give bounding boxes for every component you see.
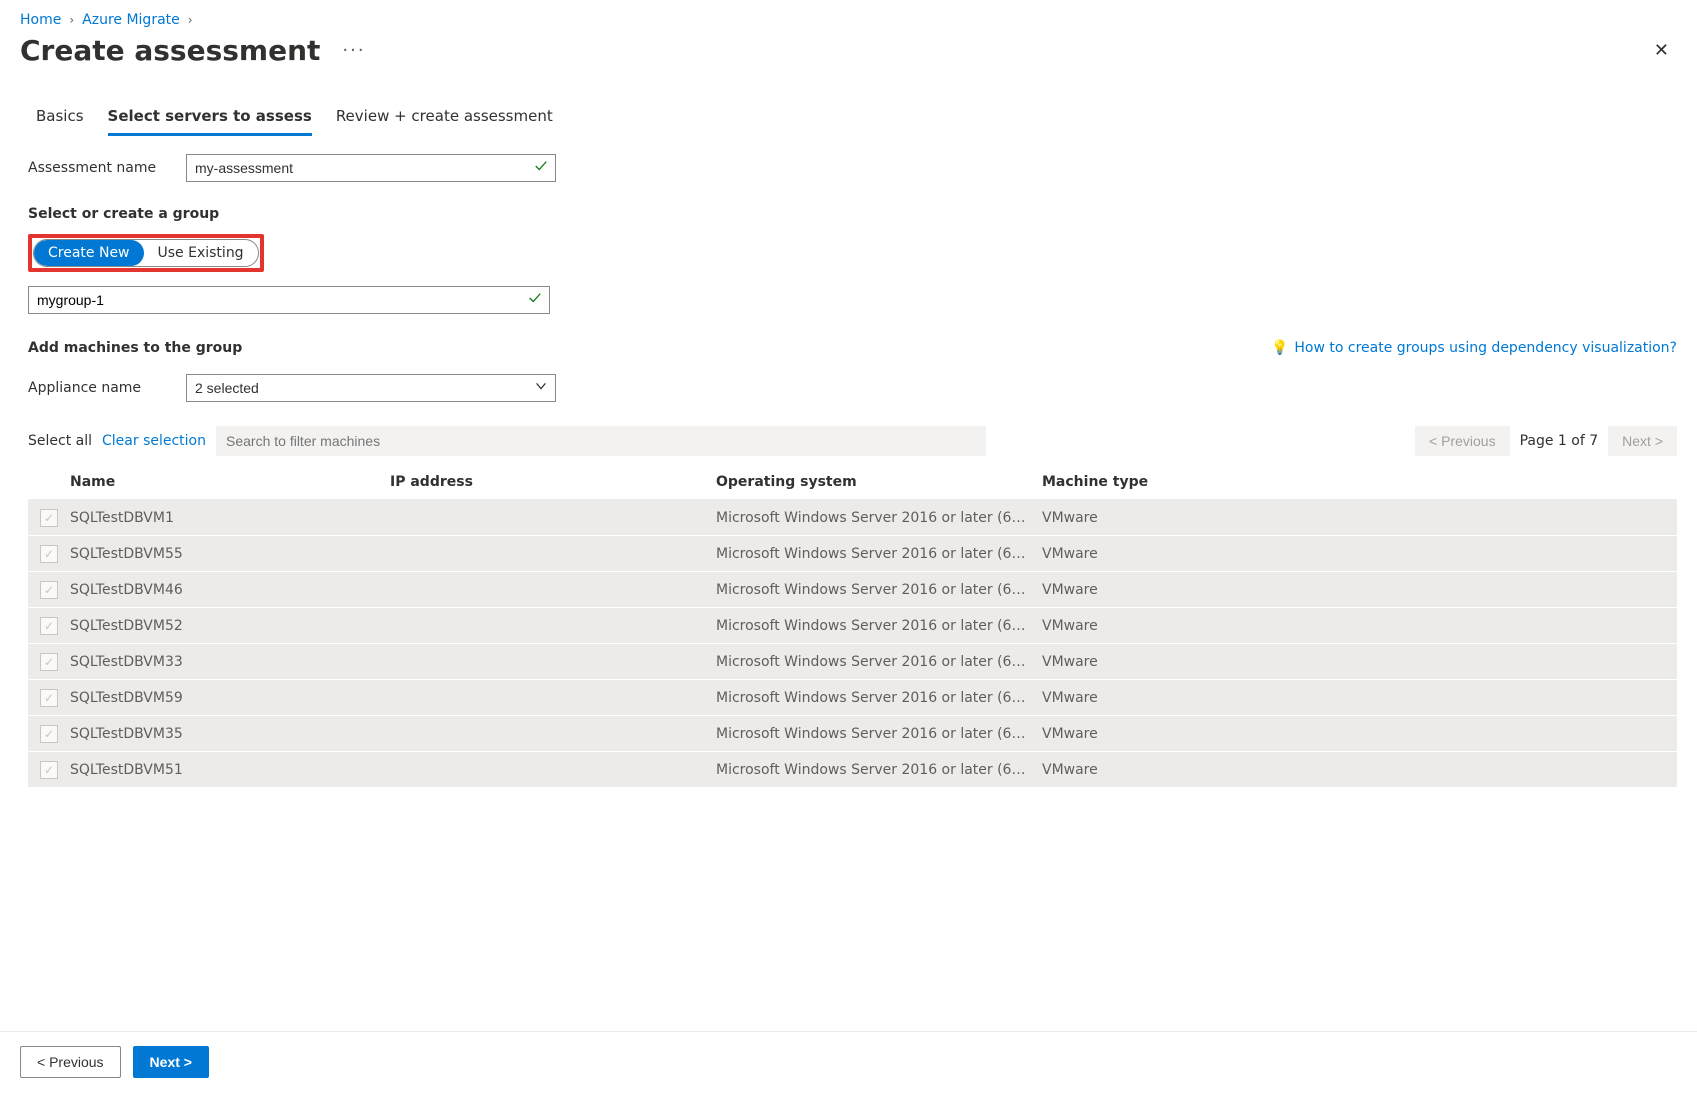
table-row[interactable]: ✓ SQLTestDBVM46 Microsoft Windows Server 2… — [28, 572, 1677, 608]
table-row[interactable]: ✓ SQLTestDBVM55 Microsoft Windows Server 2… — [28, 536, 1677, 572]
pager-prev-button[interactable]: < Previous — [1415, 426, 1510, 456]
table-row[interactable]: ✓ SQLTestDBVM52 Microsoft Windows Server 2… — [28, 608, 1677, 644]
footer-bar: < Previous Next > — [0, 1031, 1697, 1093]
cell-os: Microsoft Windows Server 2016 or later (… — [716, 618, 1042, 634]
cell-name: SQLTestDBVM51 — [70, 762, 390, 778]
check-icon — [534, 159, 548, 177]
row-checkbox[interactable]: ✓ — [40, 617, 58, 635]
col-ip[interactable]: IP address — [390, 474, 716, 490]
cell-type: VMware — [1042, 510, 1362, 526]
table-row[interactable]: ✓ SQLTestDBVM51 Microsoft Windows Server 2… — [28, 752, 1677, 788]
page-title: Create assessment — [20, 34, 320, 67]
select-all-link[interactable]: Select all — [28, 433, 92, 449]
group-mode-toggle: Create New Use Existing — [33, 239, 259, 267]
cell-type: VMware — [1042, 726, 1362, 742]
table-row[interactable]: ✓ SQLTestDBVM1 Microsoft Windows Server 20… — [28, 500, 1677, 536]
cell-name: SQLTestDBVM1 — [70, 510, 390, 526]
row-checkbox[interactable]: ✓ — [40, 581, 58, 599]
select-create-group-heading: Select or create a group — [28, 206, 1677, 222]
col-os[interactable]: Operating system — [716, 474, 1042, 490]
footer-next-button[interactable]: Next > — [133, 1046, 209, 1078]
cell-type: VMware — [1042, 546, 1362, 562]
breadcrumb-home[interactable]: Home — [20, 12, 61, 28]
cell-os: Microsoft Windows Server 2016 or later (… — [716, 762, 1042, 778]
col-name[interactable]: Name — [70, 474, 390, 490]
row-checkbox[interactable]: ✓ — [40, 545, 58, 563]
row-checkbox[interactable]: ✓ — [40, 761, 58, 779]
lightbulb-icon: 💡 — [1271, 340, 1288, 356]
assessment-name-input[interactable] — [186, 154, 556, 182]
cell-os: Microsoft Windows Server 2016 or later (… — [716, 510, 1042, 526]
tab-review-create[interactable]: Review + create assessment — [336, 107, 553, 136]
create-new-pill[interactable]: Create New — [34, 240, 144, 266]
cell-name: SQLTestDBVM59 — [70, 690, 390, 706]
tabs: Basics Select servers to assess Review +… — [28, 107, 1677, 136]
close-icon[interactable]: ✕ — [1646, 38, 1677, 64]
tab-select-servers[interactable]: Select servers to assess — [108, 107, 312, 136]
cell-name: SQLTestDBVM55 — [70, 546, 390, 562]
clear-selection-link[interactable]: Clear selection — [102, 433, 206, 449]
table-row[interactable]: ✓ SQLTestDBVM33 Microsoft Windows Server 2… — [28, 644, 1677, 680]
check-icon — [528, 291, 542, 309]
cell-os: Microsoft Windows Server 2016 or later (… — [716, 690, 1042, 706]
footer-prev-button[interactable]: < Previous — [20, 1046, 121, 1078]
search-machines-input[interactable] — [216, 426, 986, 456]
cell-os: Microsoft Windows Server 2016 or later (… — [716, 654, 1042, 670]
cell-type: VMware — [1042, 582, 1362, 598]
help-link-text: How to create groups using dependency vi… — [1294, 340, 1677, 356]
row-checkbox[interactable]: ✓ — [40, 653, 58, 671]
cell-name: SQLTestDBVM46 — [70, 582, 390, 598]
row-checkbox[interactable]: ✓ — [40, 725, 58, 743]
appliance-name-select[interactable] — [186, 374, 556, 402]
machines-table: Name IP address Operating system Machine… — [28, 464, 1677, 788]
table-row[interactable]: ✓ SQLTestDBVM59 Microsoft Windows Server 2… — [28, 680, 1677, 716]
col-type[interactable]: Machine type — [1042, 474, 1362, 490]
pager-text: Page 1 of 7 — [1520, 433, 1599, 449]
cell-name: SQLTestDBVM35 — [70, 726, 390, 742]
cell-os: Microsoft Windows Server 2016 or later (… — [716, 546, 1042, 562]
more-icon[interactable]: ··· — [336, 40, 371, 61]
tab-basics[interactable]: Basics — [36, 107, 84, 136]
chevron-down-icon — [534, 379, 548, 397]
row-checkbox[interactable]: ✓ — [40, 509, 58, 527]
assessment-name-label: Assessment name — [28, 160, 186, 176]
help-link-dependency-visualization[interactable]: 💡 How to create groups using dependency … — [1271, 340, 1677, 356]
highlight-annotation: Create New Use Existing — [28, 234, 264, 272]
chevron-right-icon: › — [188, 13, 193, 27]
cell-type: VMware — [1042, 618, 1362, 634]
cell-type: VMware — [1042, 654, 1362, 670]
appliance-name-label: Appliance name — [28, 380, 186, 396]
pager-next-button[interactable]: Next > — [1608, 426, 1677, 456]
breadcrumb: Home › Azure Migrate › — [20, 12, 1677, 28]
row-checkbox[interactable]: ✓ — [40, 689, 58, 707]
cell-name: SQLTestDBVM33 — [70, 654, 390, 670]
cell-os: Microsoft Windows Server 2016 or later (… — [716, 726, 1042, 742]
use-existing-pill[interactable]: Use Existing — [144, 240, 258, 266]
table-row[interactable]: ✓ SQLTestDBVM35 Microsoft Windows Server 2… — [28, 716, 1677, 752]
cell-type: VMware — [1042, 762, 1362, 778]
group-name-input[interactable] — [28, 286, 550, 314]
cell-os: Microsoft Windows Server 2016 or later (… — [716, 582, 1042, 598]
cell-name: SQLTestDBVM52 — [70, 618, 390, 634]
chevron-right-icon: › — [69, 13, 74, 27]
breadcrumb-service[interactable]: Azure Migrate — [82, 12, 180, 28]
cell-type: VMware — [1042, 690, 1362, 706]
add-machines-heading: Add machines to the group — [28, 340, 242, 356]
